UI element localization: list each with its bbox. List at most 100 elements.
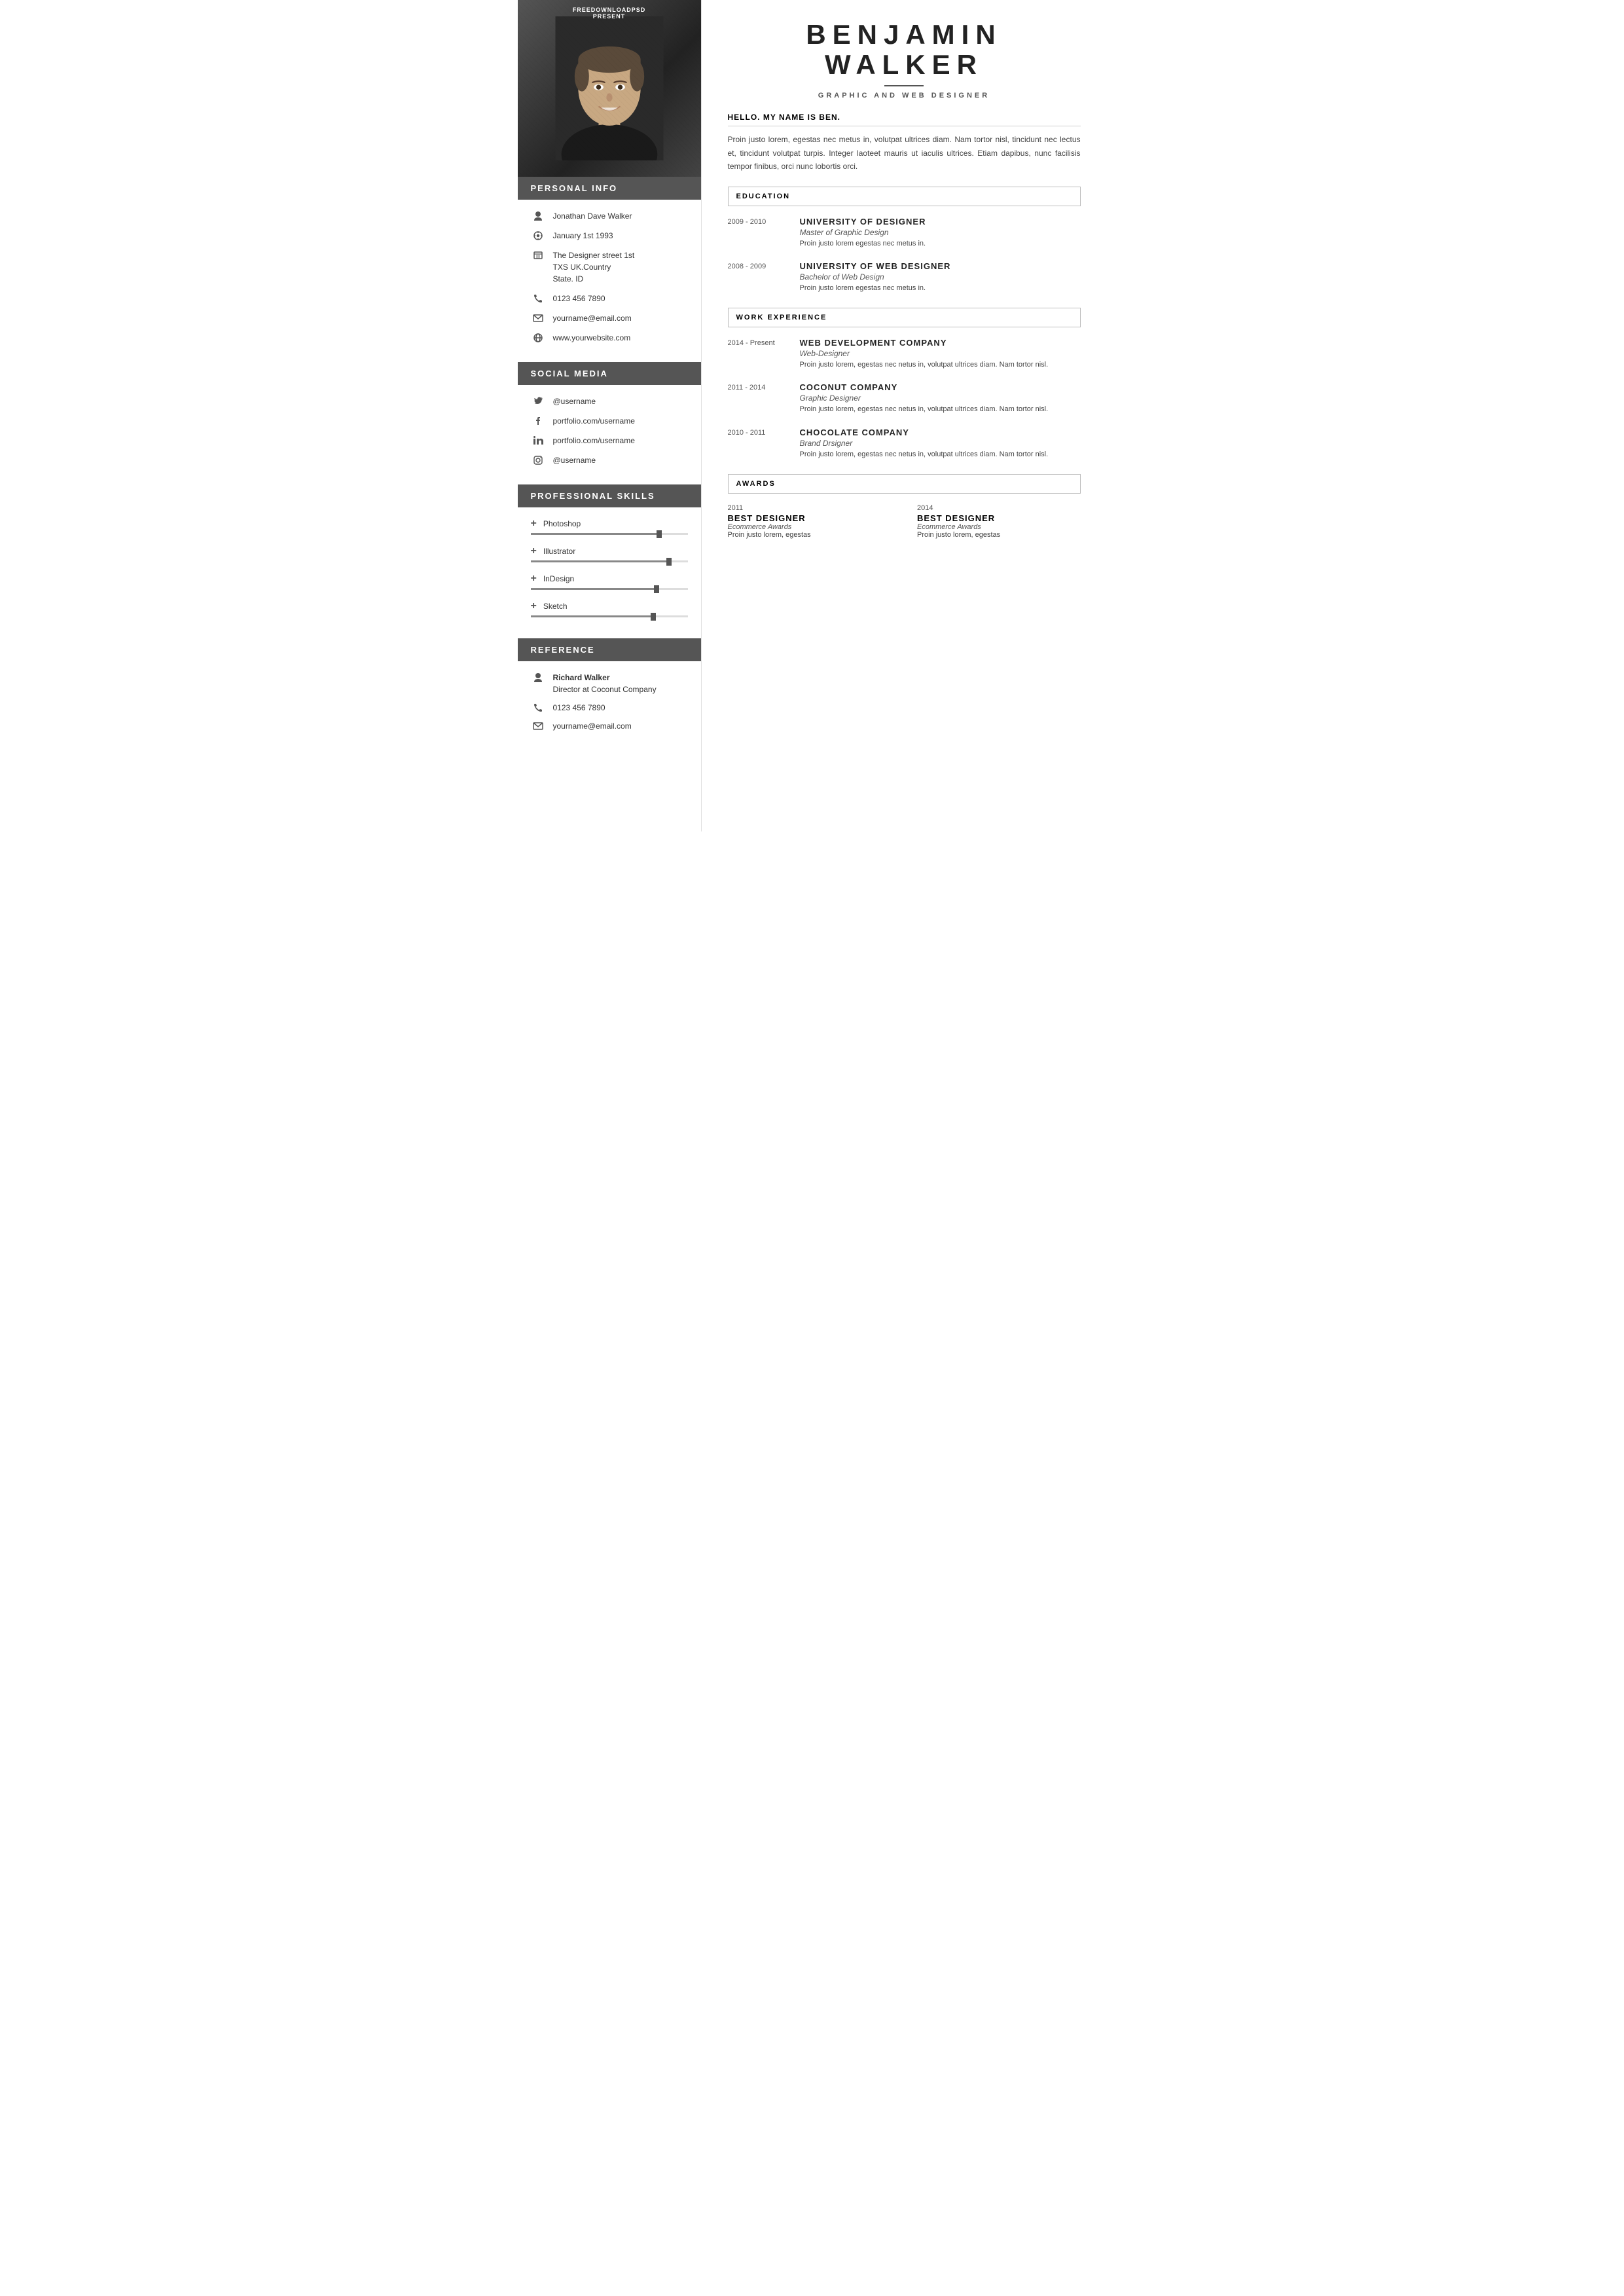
twitter-icon xyxy=(531,396,545,407)
social-linkedin-item: portfolio.com/username xyxy=(531,435,688,446)
skill-plus-icon: + xyxy=(531,518,537,530)
intro-text: Proin justo lorem, egestas nec metus in,… xyxy=(728,133,1081,173)
work-date-1: 2011 - 2014 xyxy=(728,382,787,416)
work-desc-2: Proin justo lorem, egestas nec netus in,… xyxy=(800,449,1081,461)
skill-plus-icon-3: + xyxy=(531,573,537,585)
social-media-header: SOCIAL MEDIA xyxy=(518,362,701,385)
skill-photoshop-bar xyxy=(531,533,688,535)
skill-sketch-fill xyxy=(531,615,653,617)
work-company-2: CHOCOLATE COMPANY xyxy=(800,428,1081,437)
personal-website-text: www.yourwebsite.com xyxy=(553,332,631,344)
work-entry-0: 2014 - Present WEB DEVELOPMENT COMPANY W… xyxy=(728,338,1081,371)
edu-company-0: UNIVERSITY OF DESIGNER xyxy=(800,217,1081,227)
job-title: GRAPHIC AND WEB DESIGNER xyxy=(728,92,1081,100)
award-desc-0: Proin justo lorem, egestas xyxy=(728,531,892,539)
ref-email-item: yourname@email.com xyxy=(531,720,688,732)
social-media-content: @username portfolio.com/username xyxy=(518,385,701,484)
personal-website-item: www.yourwebsite.com xyxy=(531,332,688,344)
ref-phone-icon xyxy=(531,702,545,713)
personal-email-text: yourname@email.com xyxy=(553,312,632,324)
address-icon xyxy=(531,250,545,261)
skill-photoshop-label: Photoshop xyxy=(543,519,581,528)
skill-photoshop-marker xyxy=(657,530,662,538)
personal-address-text: The Designer street 1stTXS UK.CountrySta… xyxy=(553,249,635,285)
reference-header: REFERENCE xyxy=(518,638,701,661)
resume-wrapper: FREEDOWNLOADPSD PRESENT xyxy=(518,0,1107,831)
work-details-1: COCONUT COMPANY Graphic Designer Proin j… xyxy=(800,382,1081,416)
linkedin-icon xyxy=(531,435,545,446)
work-entry-1: 2011 - 2014 COCONUT COMPANY Graphic Desi… xyxy=(728,382,1081,416)
work-date-0: 2014 - Present xyxy=(728,338,787,371)
edu-date-0: 2009 - 2010 xyxy=(728,217,787,250)
phone-icon xyxy=(531,293,545,304)
work-role-2: Brand Drsigner xyxy=(800,439,1081,448)
work-details-2: CHOCOLATE COMPANY Brand Drsigner Proin j… xyxy=(800,428,1081,461)
personal-phone-item: 0123 456 7890 xyxy=(531,293,688,304)
edu-date-1: 2008 - 2009 xyxy=(728,261,787,295)
skill-plus-icon-2: + xyxy=(531,545,537,557)
skill-plus-icon-4: + xyxy=(531,600,537,612)
edu-entry-1: 2008 - 2009 UNIVERSITY OF WEB DESIGNER B… xyxy=(728,261,1081,295)
skill-indesign-fill xyxy=(531,588,657,590)
email-icon xyxy=(531,313,545,323)
personal-email-item: yourname@email.com xyxy=(531,312,688,324)
skill-indesign-marker xyxy=(654,585,659,593)
intro-section: HELLO. MY NAME IS BEN. Proin justo lorem… xyxy=(728,113,1081,173)
social-linkedin-text: portfolio.com/username xyxy=(553,435,635,446)
award-item-0: 2011 BEST DESIGNER Ecommerce Awards Proi… xyxy=(728,504,892,539)
ref-email-icon xyxy=(531,721,545,731)
edu-role-1: Bachelor of Web Design xyxy=(800,272,1081,282)
education-section: EDUCATION 2009 - 2010 UNIVERSITY OF DESI… xyxy=(728,187,1081,295)
social-twitter-text: @username xyxy=(553,395,596,407)
social-instagram-text: @username xyxy=(553,454,596,466)
edu-desc-0: Proin justo lorem egestas nec metus in. xyxy=(800,238,1081,250)
awards-section: AWARDS 2011 BEST DESIGNER Ecommerce Awar… xyxy=(728,474,1081,539)
social-twitter-item: @username xyxy=(531,395,688,407)
ref-name-text: Richard Walker Director at Coconut Compa… xyxy=(553,672,657,695)
edu-company-1: UNIVERSITY OF WEB DESIGNER xyxy=(800,261,1081,271)
award-title-1: BEST DESIGNER xyxy=(917,513,1081,523)
edu-details-0: UNIVERSITY OF DESIGNER Master of Graphic… xyxy=(800,217,1081,250)
social-facebook-text: portfolio.com/username xyxy=(553,415,635,427)
ref-person-icon xyxy=(531,672,545,683)
skill-illustrator-bar xyxy=(531,560,688,562)
awards-grid: 2011 BEST DESIGNER Ecommerce Awards Proi… xyxy=(728,504,1081,539)
person-icon xyxy=(531,211,545,221)
skill-sketch-marker xyxy=(651,613,656,621)
award-year-0: 2011 xyxy=(728,504,892,512)
skills-header: PROFESSIONAL SKILLS xyxy=(518,484,701,507)
personal-birthday-text: January 1st 1993 xyxy=(553,230,613,242)
work-company-0: WEB DEVELOPMENT COMPANY xyxy=(800,338,1081,348)
edu-entry-0: 2009 - 2010 UNIVERSITY OF DESIGNER Maste… xyxy=(728,217,1081,250)
skill-indesign-label: InDesign xyxy=(543,574,574,583)
skill-illustrator-label: Illustrator xyxy=(543,547,575,556)
skill-indesign-bar xyxy=(531,588,688,590)
globe-icon xyxy=(531,333,545,343)
personal-name-text: Jonathan Dave Walker xyxy=(553,210,632,222)
award-title-0: BEST DESIGNER xyxy=(728,513,892,523)
work-desc-0: Proin justo lorem, egestas nec netus in,… xyxy=(800,359,1081,371)
award-item-1: 2014 BEST DESIGNER Ecommerce Awards Proi… xyxy=(917,504,1081,539)
work-details-0: WEB DEVELOPMENT COMPANY Web-Designer Pro… xyxy=(800,338,1081,371)
award-org-0: Ecommerce Awards xyxy=(728,523,892,531)
reference-content: Richard Walker Director at Coconut Compa… xyxy=(518,661,701,749)
award-desc-1: Proin justo lorem, egestas xyxy=(917,531,1081,539)
work-company-1: COCONUT COMPANY xyxy=(800,382,1081,392)
facebook-icon xyxy=(531,416,545,426)
award-year-1: 2014 xyxy=(917,504,1081,512)
birthday-icon xyxy=(531,230,545,241)
skill-photoshop: + Photoshop xyxy=(531,518,688,535)
skill-indesign: + InDesign xyxy=(531,573,688,590)
profile-photo: FREEDOWNLOADPSD PRESENT xyxy=(518,0,701,177)
sidebar: FREEDOWNLOADPSD PRESENT xyxy=(518,0,701,831)
ref-phone-item: 0123 456 7890 xyxy=(531,702,688,714)
skill-illustrator-marker xyxy=(666,558,672,566)
ref-phone-text: 0123 456 7890 xyxy=(553,702,605,714)
ref-name-item: Richard Walker Director at Coconut Compa… xyxy=(531,672,688,695)
instagram-icon xyxy=(531,455,545,465)
social-facebook-item: portfolio.com/username xyxy=(531,415,688,427)
awards-title: AWARDS xyxy=(728,474,1081,494)
main-content: BENJAMIN WALKER GRAPHIC AND WEB DESIGNER… xyxy=(701,0,1107,831)
work-role-1: Graphic Designer xyxy=(800,393,1081,403)
name-block: BENJAMIN WALKER GRAPHIC AND WEB DESIGNER xyxy=(728,20,1081,100)
